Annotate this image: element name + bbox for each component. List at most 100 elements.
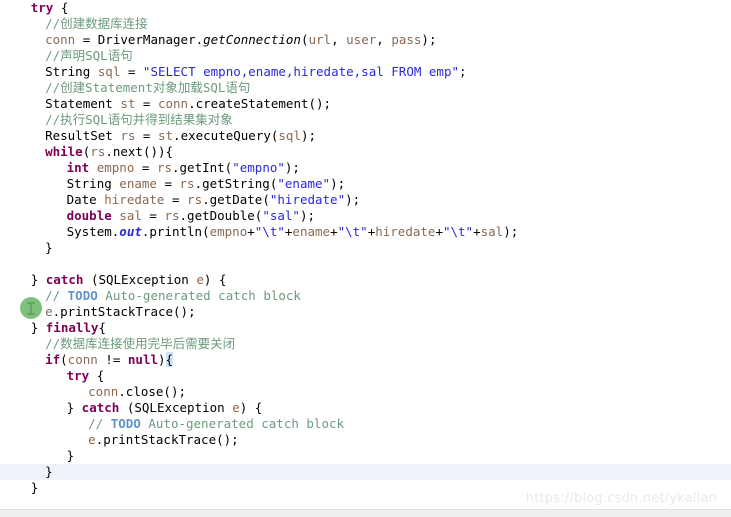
token-cmt: //声明SQL语句	[45, 48, 133, 63]
token-ident: sal	[119, 208, 142, 223]
token-plain: .executeQuery(	[173, 128, 279, 143]
code-line[interactable]: // TODO Auto-generated catch block	[0, 416, 731, 432]
code-line[interactable]: int empno = rs.getInt("empno");	[0, 160, 731, 176]
token-plain: =	[135, 96, 158, 111]
token-cmt: //数据库连接使用完毕后需要关闭	[45, 336, 236, 351]
token-str: "\t"	[337, 224, 368, 239]
bottom-strip-divider	[0, 509, 731, 510]
token-kw: if	[45, 352, 61, 367]
token-plain: .printStackTrace();	[95, 432, 239, 447]
code-content-area[interactable]: try {//创建数据库连接 conn = DriverManager.getCo…	[0, 0, 731, 509]
token-plain: }	[45, 240, 53, 255]
token-plain: ,	[376, 32, 392, 47]
code-line[interactable]: try {	[0, 368, 731, 384]
token-kw: try	[66, 368, 90, 383]
token-stat: getConnection	[203, 32, 301, 47]
code-line[interactable]: conn = DriverManager.getConnection(url, …	[0, 32, 731, 48]
code-line[interactable]: } finally{	[0, 320, 731, 336]
token-plain: );	[503, 224, 519, 239]
code-line[interactable]: //创建Statement对象加载SQL语句	[0, 80, 731, 96]
token-ident: hiredate	[104, 192, 165, 207]
watermark: https://blog.csdn.net/ykallan	[525, 491, 717, 506]
token-plain: );	[299, 208, 316, 223]
code-line[interactable]: // TODO Auto-generated catch block	[0, 288, 731, 304]
code-line[interactable]: Date hiredate = rs.getDate("hiredate");	[0, 192, 731, 208]
token-ident: rs	[164, 208, 180, 223]
token-str: "SELECT empno,ename,hiredate,sal FROM em…	[142, 64, 459, 79]
code-line[interactable]: conn.close();	[0, 384, 731, 400]
token-plain: ResultSet	[45, 128, 121, 143]
token-plain: );	[345, 192, 361, 207]
code-line[interactable]	[0, 256, 731, 272]
token-plain: Statement	[45, 96, 121, 111]
code-line[interactable]: if(conn != null){	[0, 352, 731, 368]
token-cmt: Auto-generated catch block	[140, 416, 345, 431]
token-plain: =	[75, 32, 98, 47]
token-ident: e	[45, 304, 53, 319]
token-kw: double	[66, 208, 112, 223]
token-plain: .next()){	[105, 144, 174, 159]
code-line[interactable]: e.printStackTrace();	[0, 304, 731, 320]
token-ident: empno	[209, 224, 248, 239]
token-plain: =	[120, 64, 143, 79]
token-str: "\t"	[442, 224, 474, 239]
tip-marker-icon[interactable]	[20, 297, 42, 319]
token-plain: =	[141, 208, 165, 223]
token-plain: Date	[66, 192, 105, 207]
token-kw: catch	[81, 400, 120, 415]
token-plain: .createStatement();	[188, 96, 332, 111]
token-ident: rs	[120, 128, 136, 143]
token-plain: );	[421, 32, 437, 47]
code-line[interactable]: String ename = rs.getString("ename");	[0, 176, 731, 192]
code-line[interactable]: } catch (SQLException e) {	[0, 272, 731, 288]
code-line[interactable]: }	[0, 448, 731, 464]
token-plain: String	[45, 64, 98, 79]
token-ident: rs	[187, 192, 203, 207]
code-line[interactable]: ResultSet rs = st.executeQuery(sql);	[0, 128, 731, 144]
code-line[interactable]: String sql = "SELECT empno,ename,hiredat…	[0, 64, 731, 80]
token-plain: );	[300, 128, 317, 143]
token-ident: ename	[119, 176, 157, 191]
token-plain: }	[30, 320, 46, 335]
code-line[interactable]: }	[0, 240, 731, 256]
token-str: "ename"	[277, 176, 331, 191]
token-ident: st	[120, 96, 136, 111]
token-plain: ) {	[203, 272, 227, 287]
code-line[interactable]: e.printStackTrace();	[0, 432, 731, 448]
token-plain: =	[164, 192, 188, 207]
token-plain: }	[30, 480, 39, 495]
code-line[interactable]: } catch (SQLException e) {	[0, 400, 731, 416]
token-ident: sql	[97, 64, 121, 79]
token-plain: .getInt(	[172, 160, 233, 175]
code-line[interactable]: Statement st = conn.createStatement();	[0, 96, 731, 112]
code-editor[interactable]: try {//创建数据库连接 conn = DriverManager.getCo…	[0, 0, 731, 517]
code-line[interactable]: System.out.println(empno+"\t"+ename+"\t"…	[0, 224, 731, 240]
token-plain: !=	[97, 352, 128, 367]
code-line[interactable]: //声明SQL语句	[0, 48, 731, 64]
token-ident: rs	[156, 160, 172, 175]
token-ident: ename	[292, 224, 331, 239]
token-str: "\t"	[254, 224, 285, 239]
token-plain: {	[89, 368, 105, 383]
token-plain: =	[156, 176, 180, 191]
token-plain: (SQLException	[83, 272, 197, 287]
token-cmt: Auto-generated catch block	[97, 288, 301, 303]
code-line[interactable]: try {	[0, 0, 731, 16]
code-line[interactable]: //执行SQL语句并得到结果集对象	[0, 112, 731, 128]
token-plain: .getString(	[194, 176, 278, 191]
token-cmt: //创建数据库连接	[45, 16, 148, 31]
token-plain: System.	[66, 224, 120, 239]
code-line[interactable]: }	[0, 464, 731, 480]
code-line[interactable]: double sal = rs.getDouble("sal");	[0, 208, 731, 224]
token-ident: empno	[96, 160, 135, 175]
code-line[interactable]: //数据库连接使用完毕后需要关闭	[0, 336, 731, 352]
token-plain: DriverManager.	[97, 32, 204, 47]
token-plain: +	[473, 224, 481, 239]
token-kw: finally	[45, 320, 99, 335]
code-line[interactable]: while(rs.next()){	[0, 144, 731, 160]
code-line[interactable]: //创建数据库连接	[0, 16, 731, 32]
token-plain: (	[60, 352, 68, 367]
token-plain: {	[98, 320, 106, 335]
token-plain: (SQLException	[119, 400, 233, 415]
